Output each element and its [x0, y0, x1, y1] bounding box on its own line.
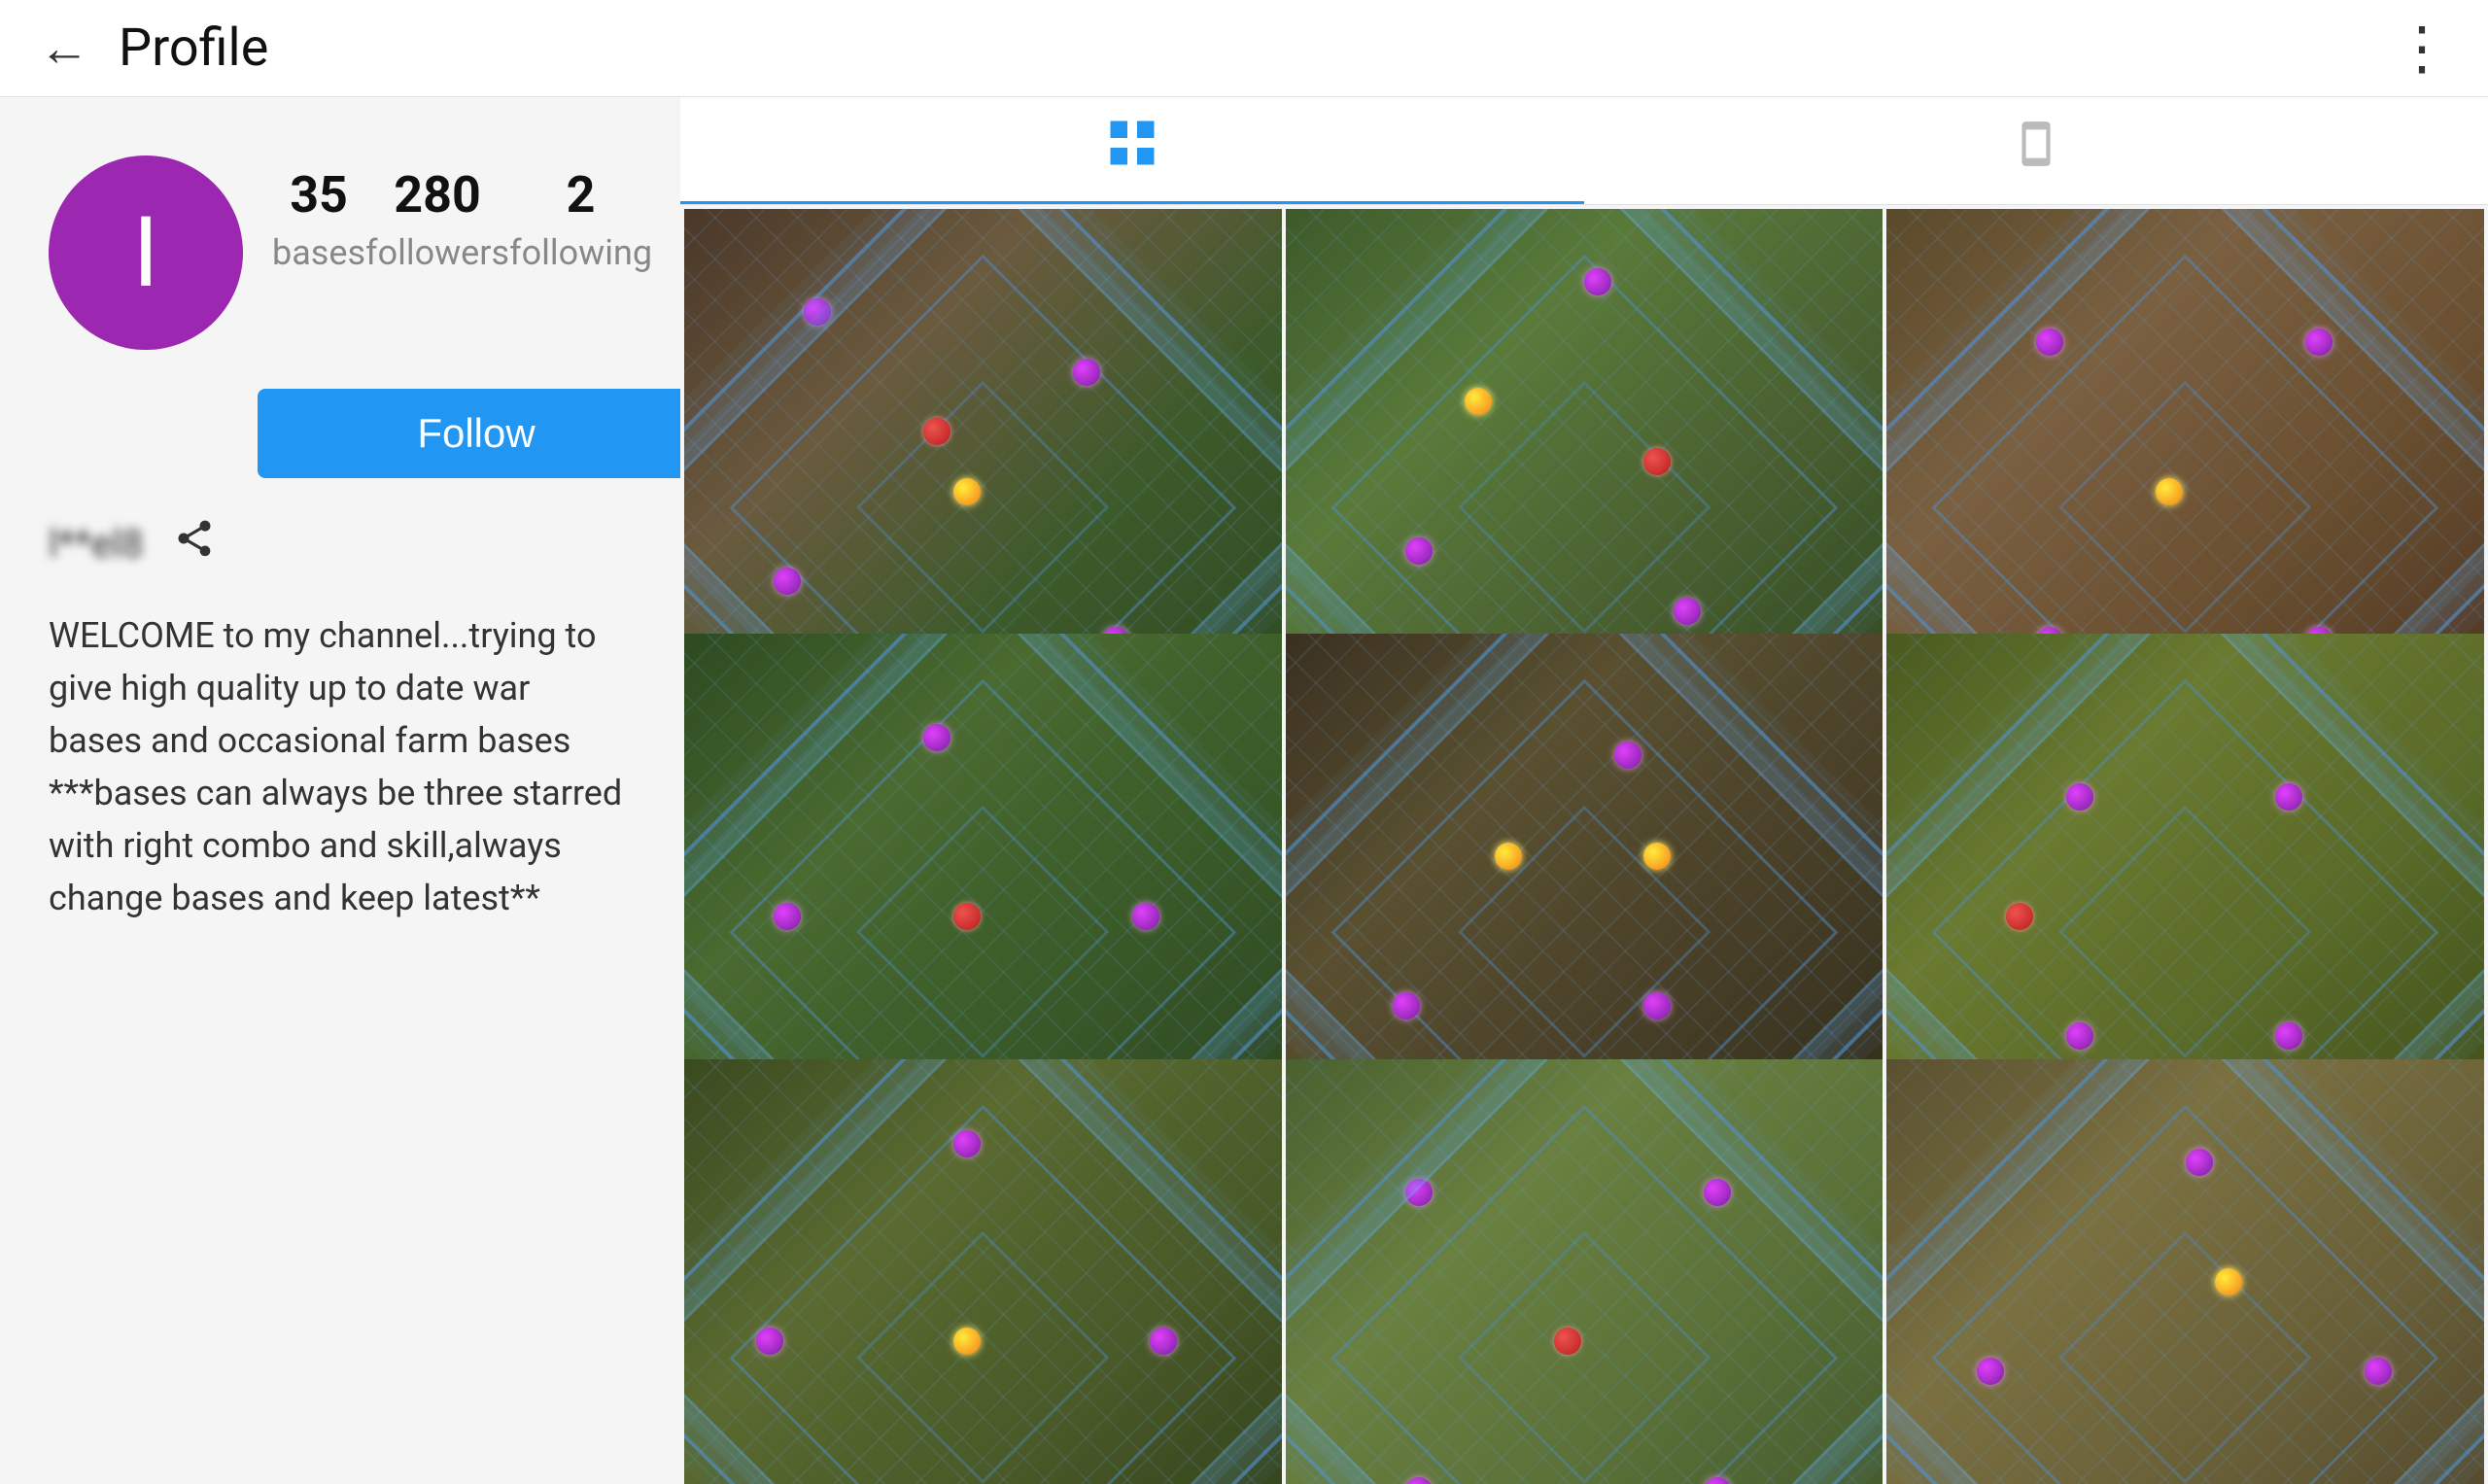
game-base-8 — [1286, 1059, 1883, 1484]
stats-numbers: 35 bases 280 followers 2 following — [243, 155, 652, 273]
image-grid — [680, 205, 2488, 1484]
more-options-button[interactable]: ⋮ — [2393, 14, 2449, 83]
bio: WELCOME to my channel...trying to give h… — [49, 609, 632, 924]
bio-line1: WELCOME to my channel...trying to give h… — [49, 615, 596, 761]
username: l**el8 — [49, 521, 144, 567]
right-panel — [680, 97, 2488, 1484]
bio-line2: ***bases can always be three starred wit… — [49, 773, 622, 918]
bases-label: bases — [272, 232, 365, 273]
bases-count: 35 — [290, 165, 348, 224]
grid-item-7[interactable] — [684, 1059, 1282, 1484]
list-icon — [2012, 115, 2060, 187]
avatar-letter: I — [132, 196, 158, 310]
top-bar: ← Profile ⋮ — [0, 0, 2488, 97]
follow-button[interactable]: Follow — [258, 389, 695, 478]
page-title: Profile — [119, 17, 268, 79]
stats-row: I 35 bases 280 followers 2 following — [49, 155, 632, 350]
top-bar-left: ← Profile — [39, 17, 268, 79]
grid-icon — [1103, 114, 1161, 186]
avatar: I — [49, 155, 243, 350]
stat-following: 2 following — [509, 165, 652, 273]
grid-item-9[interactable] — [1886, 1059, 2484, 1484]
profile-panel: I 35 bases 280 followers 2 following Fol… — [0, 97, 680, 1484]
back-button[interactable]: ← — [39, 18, 89, 78]
followers-label: followers — [365, 232, 509, 273]
main-content: I 35 bases 280 followers 2 following Fol… — [0, 97, 2488, 1484]
list-view-tab[interactable] — [1584, 97, 2488, 204]
following-count: 2 — [567, 165, 596, 224]
game-base-7 — [684, 1059, 1282, 1484]
username-row: l**el8 — [49, 517, 632, 570]
share-icon[interactable] — [173, 517, 216, 570]
grid-view-tab[interactable] — [680, 97, 1584, 204]
stat-bases: 35 bases — [272, 165, 365, 273]
game-base-9 — [1886, 1059, 2484, 1484]
grid-item-8[interactable] — [1286, 1059, 1883, 1484]
stat-followers: 280 followers — [365, 165, 509, 273]
followers-count: 280 — [394, 165, 481, 224]
view-tabs — [680, 97, 2488, 205]
following-label: following — [509, 232, 652, 273]
